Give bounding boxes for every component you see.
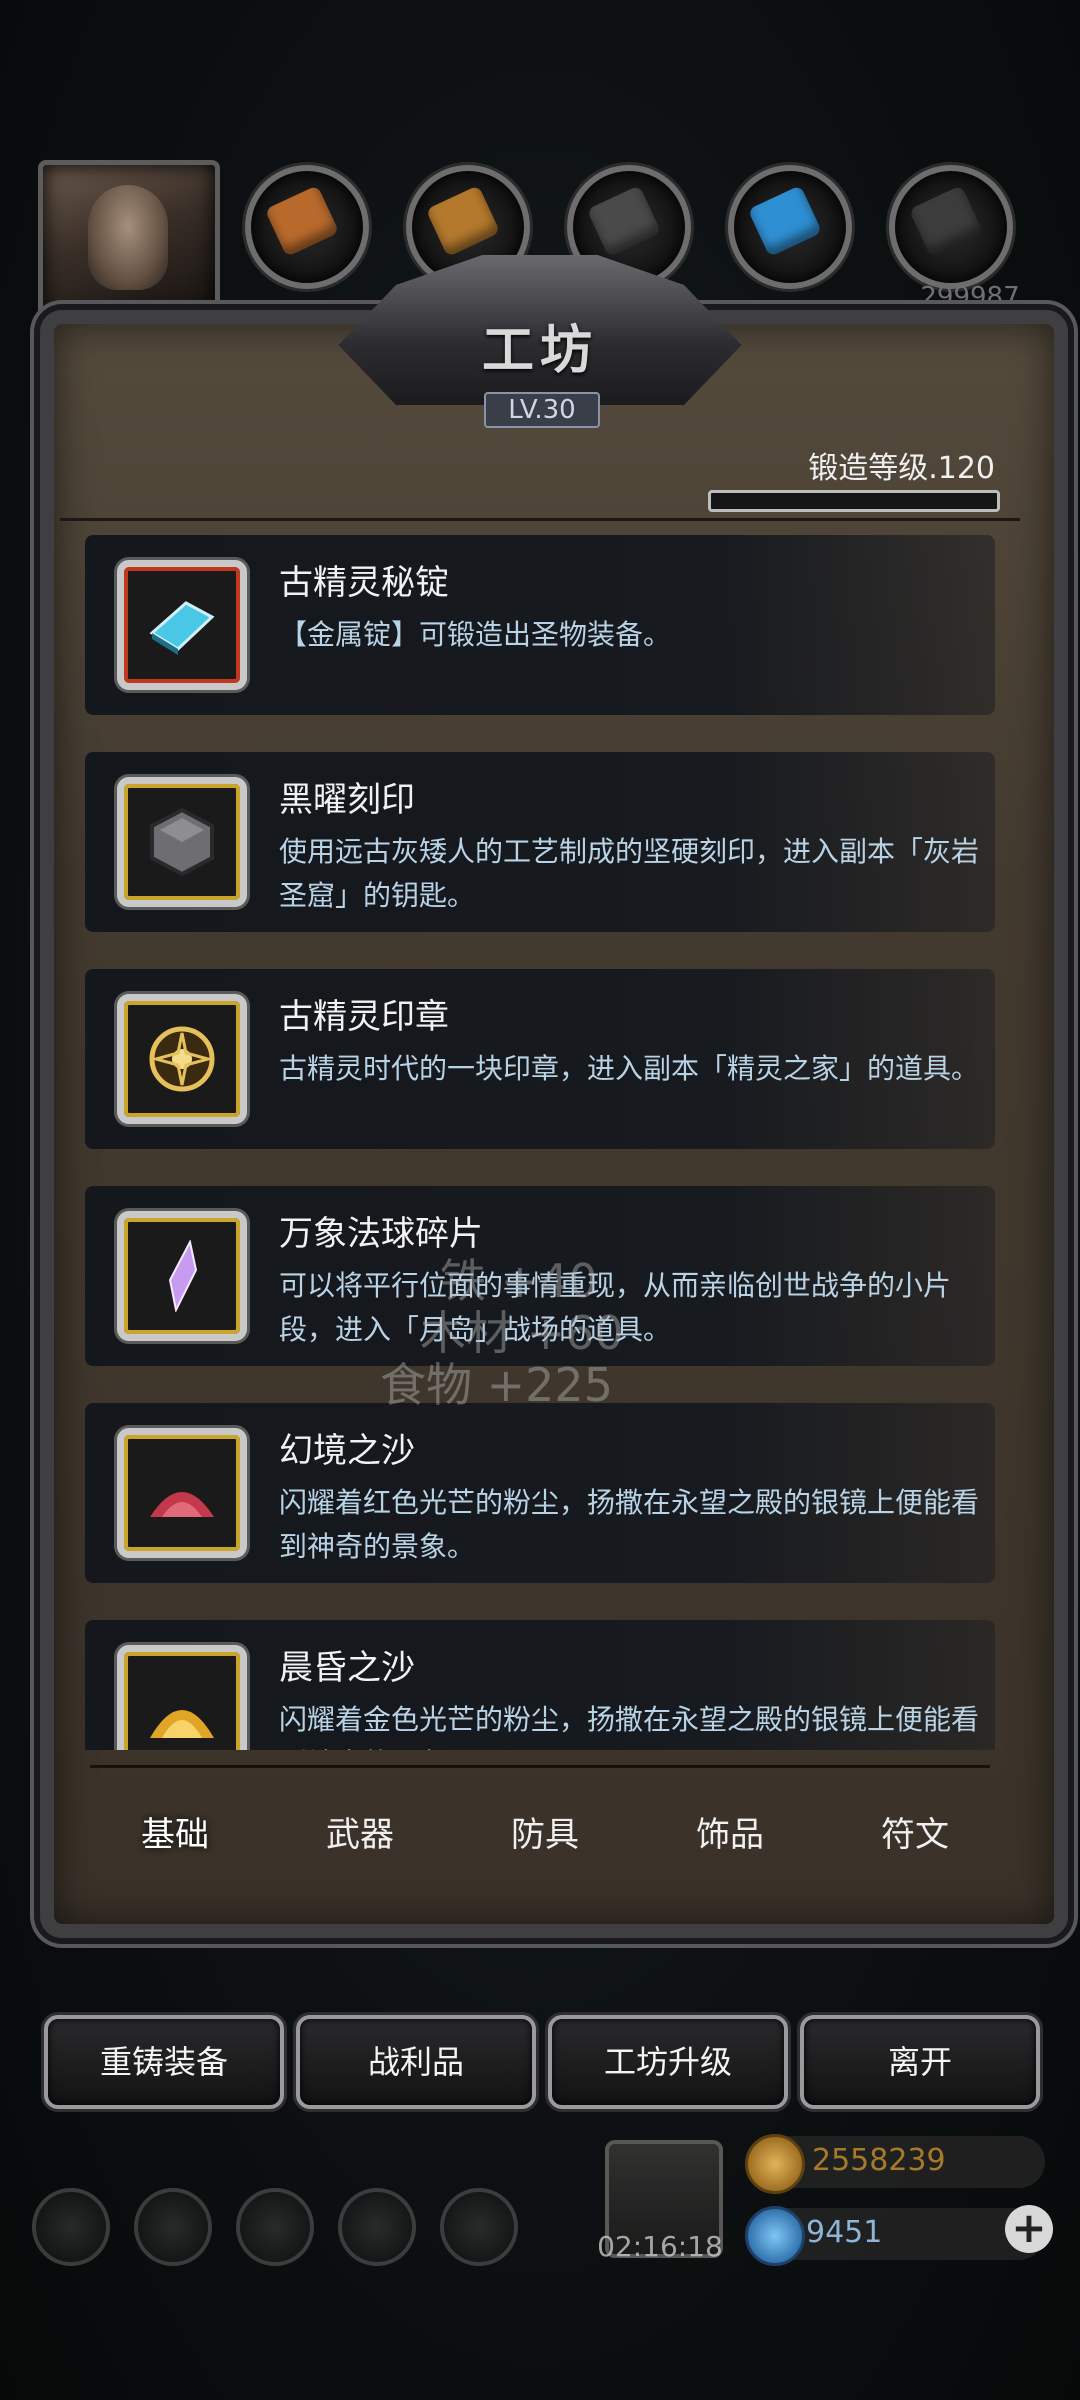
item-name: 幻境之沙 <box>279 1431 415 1471</box>
quest-icon[interactable] <box>236 2188 314 2266</box>
crystal-icon <box>728 165 852 289</box>
gift-timer: 02:16:18 <box>597 2230 723 2263</box>
gold-sand-icon <box>117 1645 247 1750</box>
wood-gain: 木材 +60 <box>420 1306 624 1360</box>
gem-icon <box>745 2206 805 2266</box>
red-sand-icon <box>117 1428 247 1558</box>
loot-button[interactable]: 战利品 <box>296 2015 536 2109</box>
gold-amount: 2558239 <box>812 2143 946 2178</box>
achievement-icon[interactable] <box>134 2188 212 2266</box>
iron-gain: 铁 +40 <box>440 1254 598 1308</box>
tab-basic[interactable]: 基础 <box>90 1800 260 1870</box>
copper-ore-icon <box>245 165 369 289</box>
item-name: 晨昏之沙 <box>279 1648 415 1688</box>
orb-shard-icon <box>117 1211 247 1341</box>
level-badge: LV.30 <box>484 392 600 428</box>
gold-coin-icon <box>745 2134 805 2194</box>
avatar <box>88 185 168 290</box>
item-desc: 【金属锭】可锻造出圣物装备。 <box>279 618 672 651</box>
gem-amount: 9451 <box>806 2215 883 2250</box>
settings-icon[interactable] <box>32 2188 110 2266</box>
item-list[interactable]: 古精灵秘锭 【金属锭】可锻造出圣物装备。 黑曜刻印 使用远古灰矮人的工艺制成的坚… <box>85 535 995 1750</box>
ancient-elf-emblem-icon <box>117 994 247 1124</box>
stone-icon <box>889 165 1013 289</box>
obsidian-seal-icon <box>117 777 247 907</box>
list-item[interactable]: 幻境之沙 闪耀着红色光芒的粉尘，扬撒在永望之殿的银镜上便能看到神奇的景象。 <box>85 1403 995 1583</box>
resource-gain-popup: 铁 +40 木材 +60 食物 +225 <box>380 1254 740 1411</box>
item-desc: 闪耀着红色光芒的粉尘，扬撒在永望之殿的银镜上便能看到神奇的景象。 <box>279 1486 980 1563</box>
tab-accessories[interactable]: 饰品 <box>645 1800 815 1870</box>
item-desc: 使用远古灰矮人的工艺制成的坚硬刻印，进入副本「灰岩圣窟」的钥匙。 <box>279 835 980 912</box>
player-portrait[interactable] <box>38 160 220 320</box>
food-gain: 食物 +225 <box>380 1358 613 1412</box>
divider <box>60 518 1020 521</box>
item-name: 古精灵印章 <box>279 997 449 1037</box>
item-desc: 闪耀着金色光芒的粉尘，扬撒在永望之殿的银镜上便能看到神奇的景象。 <box>279 1703 980 1750</box>
tab-weapons[interactable]: 武器 <box>275 1800 445 1870</box>
map-icon[interactable] <box>440 2188 518 2266</box>
list-item[interactable]: 古精灵印章 古精灵时代的一块印章，进入副本「精灵之家」的道具。 <box>85 969 995 1149</box>
reforge-button[interactable]: 重铸装备 <box>44 2015 284 2109</box>
forge-level-bar <box>708 490 1000 512</box>
add-gems-button[interactable]: + <box>1005 2205 1053 2253</box>
forge-level-label: 锻造等级.120 <box>808 451 995 486</box>
upgrade-workshop-button[interactable]: 工坊升级 <box>548 2015 788 2109</box>
list-item[interactable]: 黑曜刻印 使用远古灰矮人的工艺制成的坚硬刻印，进入副本「灰岩圣窟」的钥匙。 <box>85 752 995 932</box>
item-name: 万象法球碎片 <box>279 1214 483 1254</box>
list-item[interactable]: 古精灵秘锭 【金属锭】可锻造出圣物装备。 <box>85 535 995 715</box>
item-name: 黑曜刻印 <box>279 780 415 820</box>
leave-button[interactable]: 离开 <box>800 2015 1040 2109</box>
panel-title: 工坊 <box>481 320 598 381</box>
ancient-elf-ingot-icon <box>117 560 247 690</box>
item-name: 古精灵秘锭 <box>279 563 449 603</box>
tabs-divider <box>90 1765 990 1768</box>
tab-runes[interactable]: 符文 <box>830 1800 1000 1870</box>
category-tabs: 基础 武器 防具 饰品 符文 <box>90 1800 1000 1870</box>
mail-icon[interactable] <box>338 2188 416 2266</box>
item-desc: 古精灵时代的一块印章，进入副本「精灵之家」的道具。 <box>279 1052 980 1085</box>
tab-armor[interactable]: 防具 <box>460 1800 630 1870</box>
list-item[interactable]: 晨昏之沙 闪耀着金色光芒的粉尘，扬撒在永望之殿的银镜上便能看到神奇的景象。 <box>85 1620 995 1750</box>
